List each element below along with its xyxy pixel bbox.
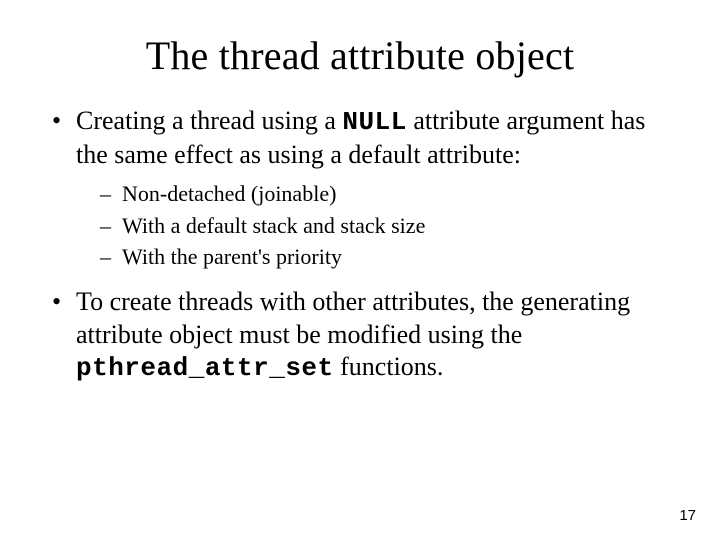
sub-bullet-list: Non-detached (joinable) With a default s… (76, 179, 672, 272)
bullet1-pre: Creating a thread using a (76, 106, 342, 135)
sub-bullet-1: Non-detached (joinable) (96, 179, 672, 209)
slide: The thread attribute object Creating a t… (0, 0, 720, 540)
bullet2-pre: To create threads with other attributes,… (76, 287, 630, 349)
sub-bullet-2: With a default stack and stack size (96, 211, 672, 241)
bullet1-code: NULL (342, 107, 406, 137)
sub-bullet-3: With the parent's priority (96, 242, 672, 272)
bullet-item-2: To create threads with other attributes,… (48, 286, 672, 385)
bullet-list: Creating a thread using a NULL attribute… (48, 105, 672, 385)
bullet2-post: functions. (334, 352, 444, 381)
bullet-item-1: Creating a thread using a NULL attribute… (48, 105, 672, 272)
page-number: 17 (679, 507, 696, 524)
page-title: The thread attribute object (48, 32, 672, 79)
bullet2-code: pthread_attr_set (76, 353, 334, 383)
